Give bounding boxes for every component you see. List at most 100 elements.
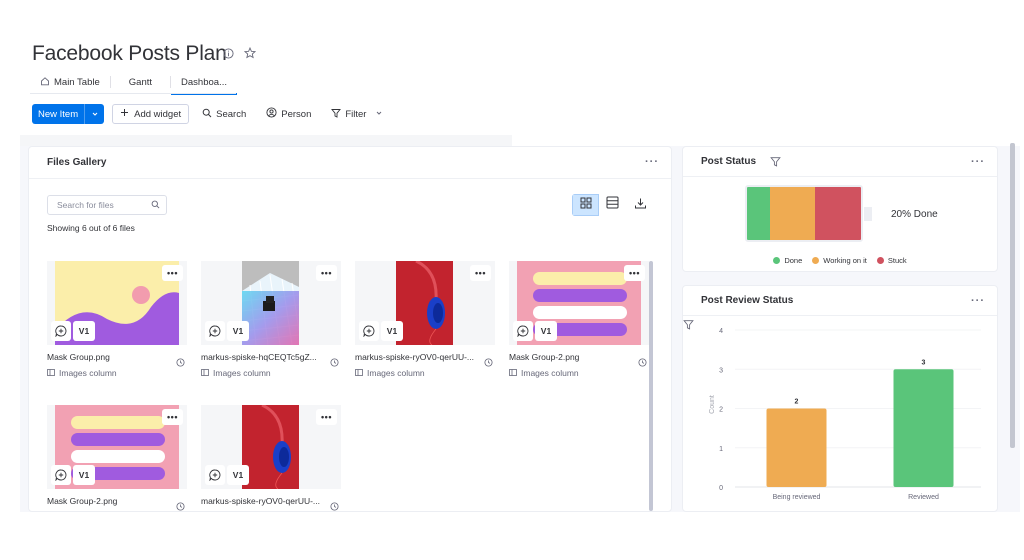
file-name[interactable]: markus-spiske-ryOV0-qerUU-... xyxy=(355,352,479,362)
file-card[interactable]: ••• V1 Mask Group.png Images column xyxy=(47,261,187,378)
file-name[interactable]: Mask Group-2.png xyxy=(47,496,171,506)
tab-gantt[interactable]: Gantt xyxy=(111,71,170,93)
star-icon[interactable] xyxy=(244,47,256,59)
file-column: Images column xyxy=(355,368,495,378)
file-thumbnail[interactable]: ••• V1 xyxy=(201,405,341,489)
file-card[interactable]: ••• V1 markus-spiske-ryOV0-qerUU-... Ima… xyxy=(355,261,495,378)
file-card[interactable]: ••• V1 Mask Group-2.png Images column xyxy=(509,261,649,378)
y-tick-label: 1 xyxy=(719,446,723,453)
gallery-scrollbar[interactable] xyxy=(649,261,653,511)
legend-item[interactable]: Working on it xyxy=(812,256,867,265)
file-menu-button[interactable]: ••• xyxy=(624,265,645,281)
version-badge[interactable]: V1 xyxy=(73,465,95,485)
search-button[interactable]: Search xyxy=(199,104,249,124)
add-comment-icon[interactable] xyxy=(205,465,225,485)
file-card[interactable]: ••• V1 markus-spiske-ryOV0-qerUU-... xyxy=(201,405,341,511)
file-thumbnail[interactable]: ••• V1 xyxy=(355,261,495,345)
clock-icon[interactable] xyxy=(330,498,339,511)
add-comment-icon[interactable] xyxy=(205,321,225,341)
add-comment-icon[interactable] xyxy=(513,321,533,341)
list-view-button[interactable] xyxy=(599,194,626,216)
info-icon[interactable] xyxy=(223,47,234,59)
add-comment-icon[interactable] xyxy=(51,321,71,341)
clock-icon[interactable] xyxy=(484,354,493,372)
new-item-button[interactable]: New Item xyxy=(32,104,105,124)
clock-icon[interactable] xyxy=(176,354,185,372)
y-tick-label: 4 xyxy=(719,328,723,335)
legend-label: Working on it xyxy=(823,256,867,265)
column-label: Images column xyxy=(213,368,271,378)
search-files-input[interactable]: Search for files xyxy=(47,195,167,215)
download-icon[interactable] xyxy=(634,197,647,215)
tab-label: Gantt xyxy=(128,76,153,88)
add-widget-button[interactable]: Add widget xyxy=(112,104,190,124)
tab-dashboard[interactable]: Dashboa... xyxy=(171,71,237,95)
file-menu-button[interactable]: ••• xyxy=(162,409,183,425)
page-scrollbar[interactable] xyxy=(1010,143,1015,448)
bar-reviewed[interactable] xyxy=(893,369,954,487)
legend-item[interactable]: Stuck xyxy=(876,256,907,265)
tab-main-table[interactable]: Main Table xyxy=(30,71,110,93)
file-name[interactable]: Mask Group-2.png xyxy=(509,352,633,362)
clock-icon[interactable] xyxy=(176,498,185,511)
battery-segment-stuck[interactable] xyxy=(815,187,861,240)
filter-button[interactable]: Filter xyxy=(328,104,386,124)
legend-item[interactable]: Done xyxy=(773,256,802,265)
version-badge[interactable]: V1 xyxy=(381,321,403,341)
legend-dot xyxy=(812,257,820,264)
column-icon xyxy=(47,368,55,378)
list-icon xyxy=(606,196,619,214)
add-widget-label: Add widget xyxy=(134,108,182,120)
y-axis-label: Count xyxy=(709,395,716,414)
chevron-down-icon[interactable] xyxy=(84,104,104,124)
legend-dot xyxy=(773,257,781,264)
version-badge[interactable]: V1 xyxy=(73,321,95,341)
search-placeholder: Search for files xyxy=(57,200,114,210)
file-column: Images column xyxy=(201,368,341,378)
new-item-label[interactable]: New Item xyxy=(32,104,84,124)
file-thumbnail[interactable]: ••• V1 xyxy=(47,261,187,345)
version-badge[interactable]: V1 xyxy=(227,465,249,485)
file-menu-button[interactable]: ••• xyxy=(162,265,183,281)
bar-chart: 01234Count 2Being reviewed3Reviewed xyxy=(709,328,981,501)
person-button[interactable]: Person xyxy=(263,104,314,124)
add-comment-icon[interactable] xyxy=(51,465,71,485)
file-card[interactable]: ••• V1 markus-spiske-hqCEQTc5gZ... Image… xyxy=(201,261,341,378)
clock-icon[interactable] xyxy=(330,354,339,372)
version-badge[interactable]: V1 xyxy=(535,321,557,341)
file-thumbnail[interactable]: ••• V1 xyxy=(47,405,187,489)
filter-icon[interactable] xyxy=(770,156,781,167)
column-icon xyxy=(509,368,517,378)
file-name[interactable]: markus-spiske-hqCEQTc5gZ... xyxy=(201,352,325,362)
file-menu-button[interactable]: ••• xyxy=(470,265,491,281)
version-badge[interactable]: V1 xyxy=(227,321,249,341)
clock-icon[interactable] xyxy=(638,354,647,372)
file-name[interactable]: markus-spiske-ryOV0-qerUU-... xyxy=(201,496,325,506)
bar-being-reviewed[interactable] xyxy=(766,408,827,488)
battery-cap xyxy=(864,207,872,221)
tab-label: Main Table xyxy=(54,76,100,88)
legend-label: Stuck xyxy=(887,256,907,265)
battery-segment-done[interactable] xyxy=(747,187,770,240)
file-card[interactable]: ••• V1 Mask Group-2.png xyxy=(47,405,187,511)
more-options-icon[interactable]: ··· xyxy=(971,295,985,307)
person-icon xyxy=(266,107,277,121)
more-options-icon[interactable]: ··· xyxy=(645,156,659,168)
more-options-icon[interactable]: ··· xyxy=(971,156,985,168)
file-menu-button[interactable]: ••• xyxy=(316,409,337,425)
y-tick-label: 0 xyxy=(719,485,723,492)
file-menu-button[interactable]: ••• xyxy=(316,265,337,281)
grid-view-button[interactable] xyxy=(572,194,599,216)
x-tick-label: Reviewed xyxy=(908,494,939,501)
board-title: Facebook Posts Plan xyxy=(32,42,227,65)
column-label: Images column xyxy=(521,368,579,378)
battery-segment-working-on-it[interactable] xyxy=(769,187,816,240)
toolbar: New Item Add widget Search Person Filter xyxy=(32,104,386,124)
add-comment-icon[interactable] xyxy=(359,321,379,341)
file-name[interactable]: Mask Group.png xyxy=(47,352,171,362)
file-thumbnail[interactable]: ••• V1 xyxy=(201,261,341,345)
x-tick-label: Being reviewed xyxy=(773,494,821,501)
file-thumbnail[interactable]: ••• V1 xyxy=(509,261,649,345)
search-icon xyxy=(202,108,212,121)
chevron-down-icon[interactable] xyxy=(375,109,383,120)
